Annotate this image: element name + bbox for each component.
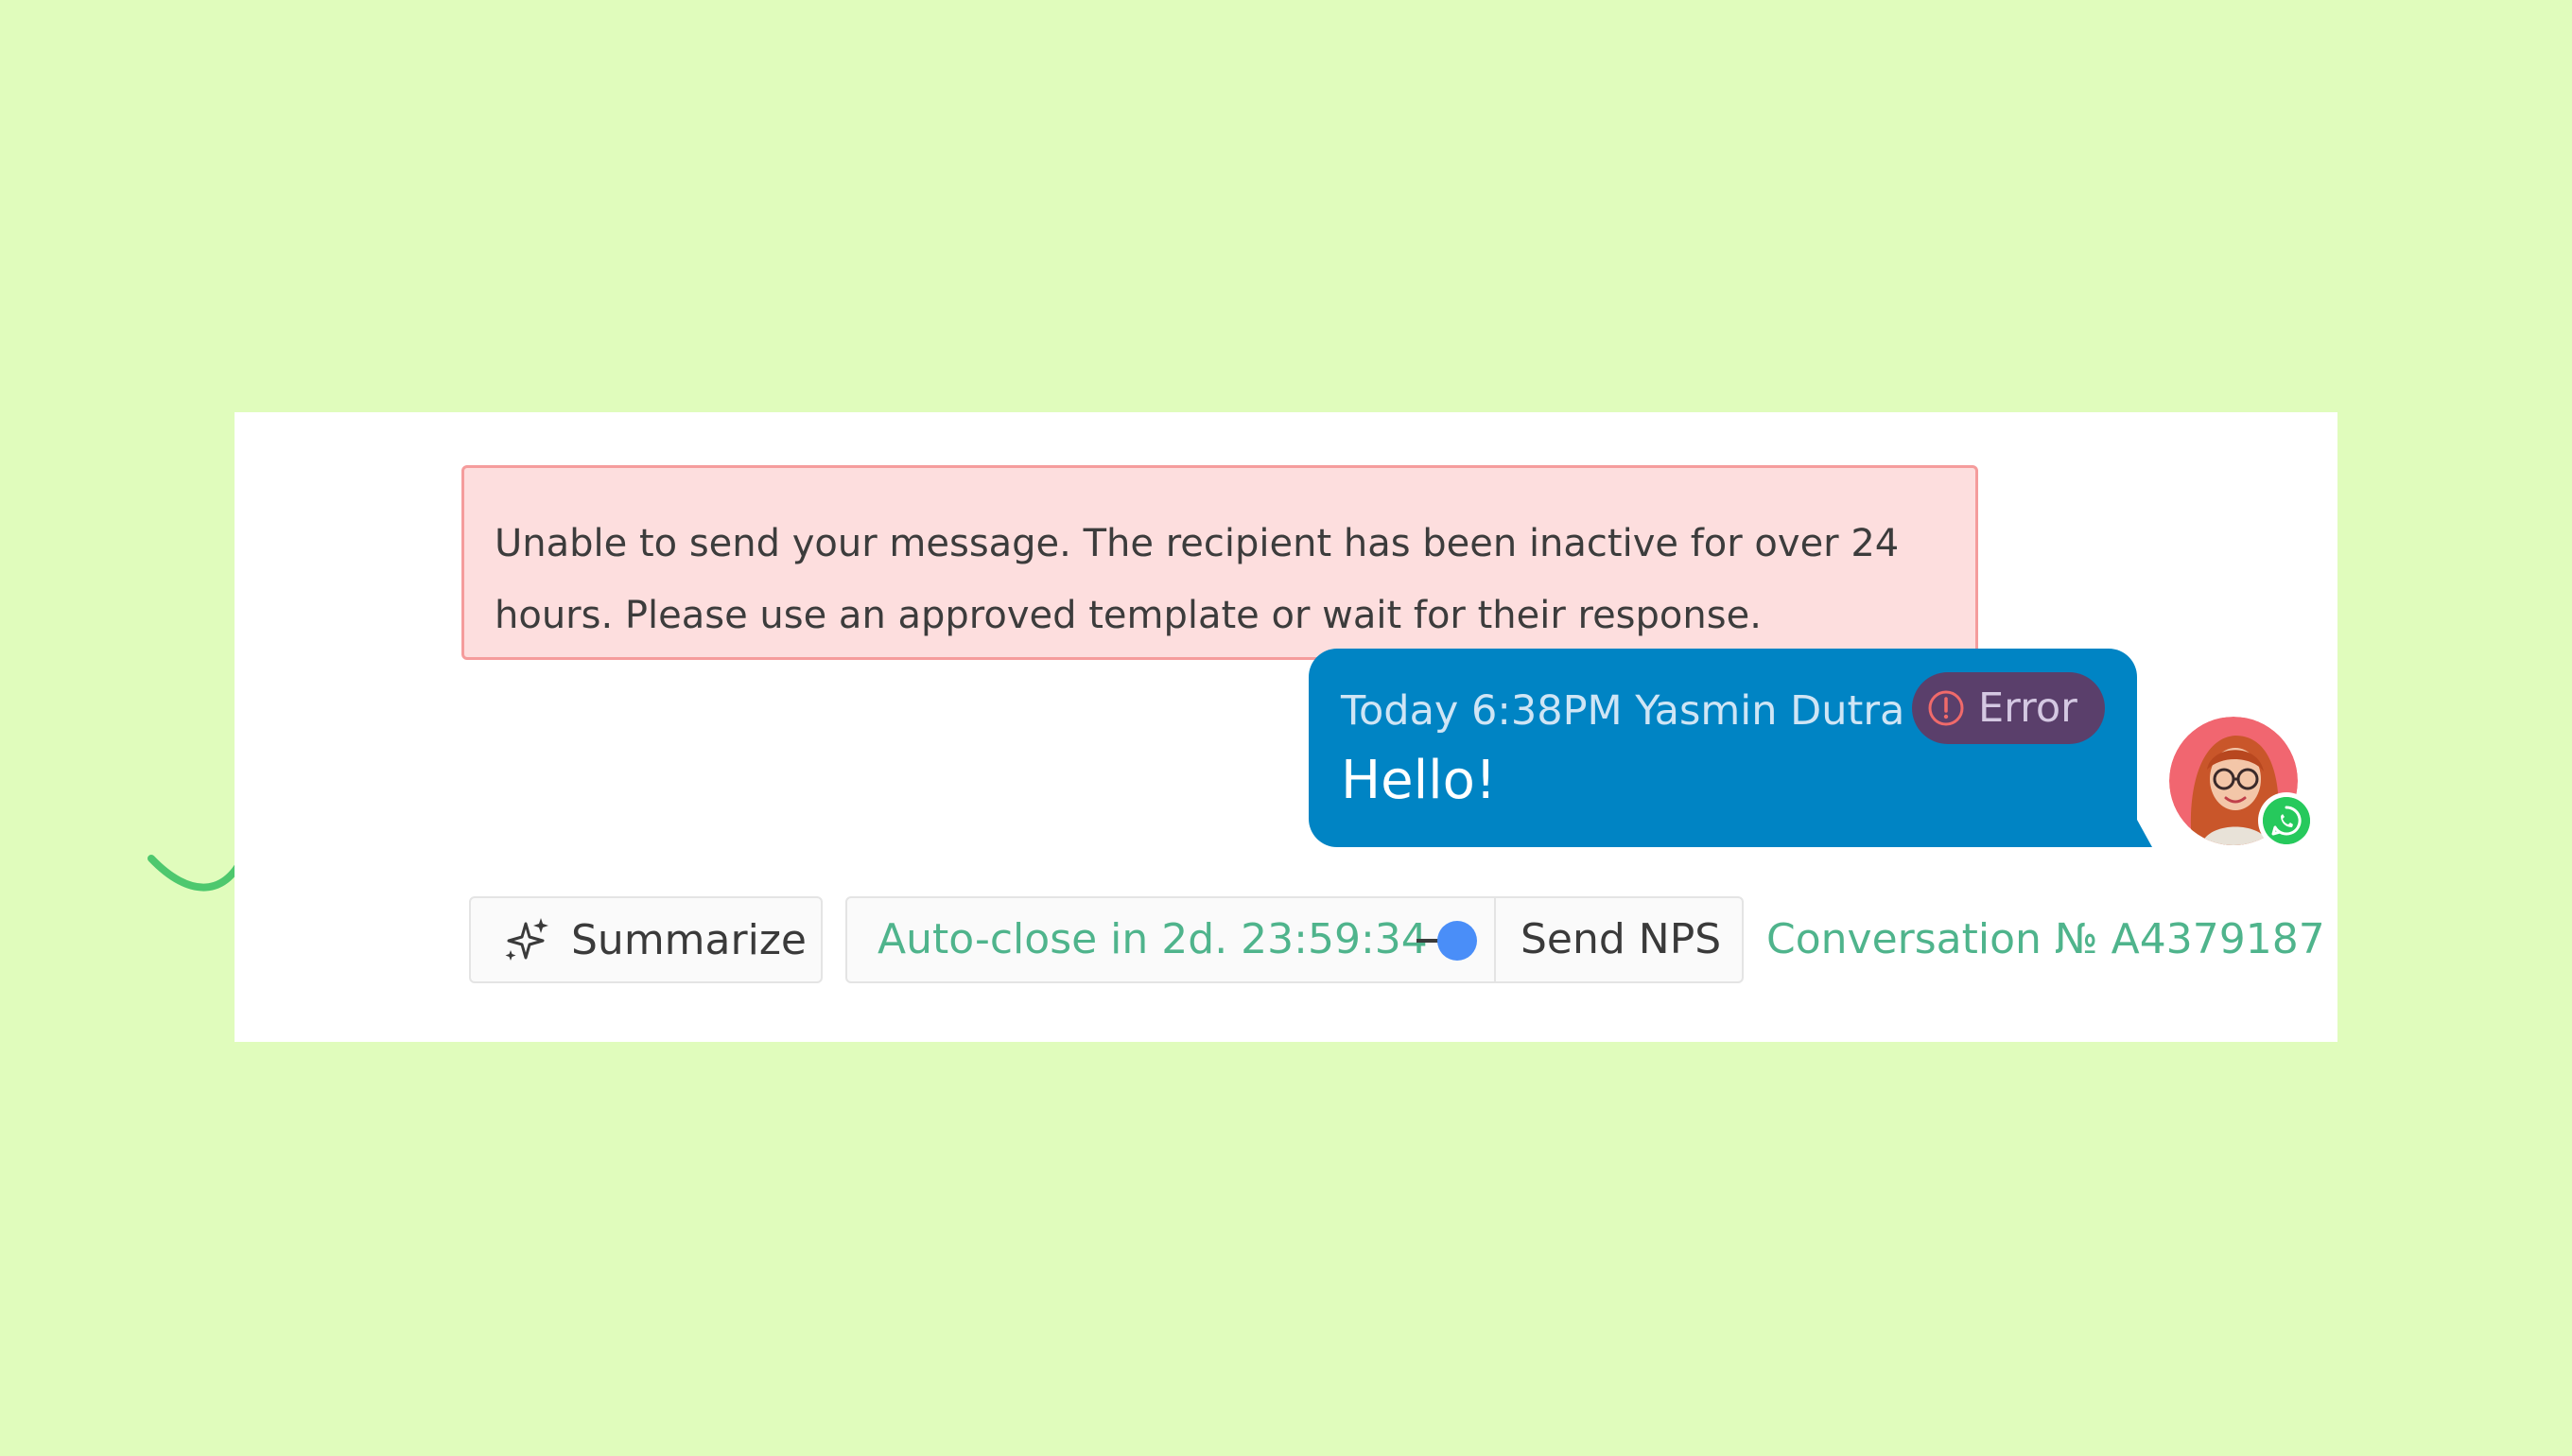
exclamation-circle-icon bbox=[1928, 690, 1964, 726]
toggle-knob bbox=[1437, 921, 1477, 961]
whatsapp-icon bbox=[2263, 797, 2310, 844]
error-tooltip-line-2: hours. Please use an approved template o… bbox=[495, 594, 1762, 637]
contact-avatar[interactable] bbox=[2169, 717, 2317, 864]
whatsapp-badge bbox=[2258, 792, 2315, 849]
summarize-button[interactable]: Summarize bbox=[469, 896, 823, 983]
divider bbox=[1494, 898, 1496, 981]
error-tooltip: Unable to send your message. The recipie… bbox=[461, 465, 1978, 660]
auto-close-group: Auto-close in 2d. 23:59:34 Send NPS bbox=[845, 896, 1744, 983]
sparkles-icon bbox=[505, 918, 548, 961]
error-status-label: Error bbox=[1978, 685, 2077, 732]
auto-close-label: Auto-close in 2d. 23:59:34 bbox=[878, 915, 1428, 963]
error-tooltip-line-1: Unable to send your message. The recipie… bbox=[495, 522, 1900, 565]
message-text: Hello! bbox=[1341, 750, 1497, 811]
summarize-label: Summarize bbox=[571, 915, 807, 964]
error-status-badge[interactable]: Error bbox=[1912, 672, 2105, 744]
message-meta: Today 6:38PM Yasmin Dutra bbox=[1341, 687, 1905, 735]
conversation-number: Conversation № A4379187 bbox=[1766, 915, 2325, 963]
auto-close-toggle[interactable] bbox=[1416, 921, 1479, 961]
send-nps-button[interactable]: Send NPS bbox=[1521, 898, 1721, 981]
message-bubble[interactable]: Today 6:38PM Yasmin Dutra Error Hello! bbox=[1309, 649, 2137, 847]
